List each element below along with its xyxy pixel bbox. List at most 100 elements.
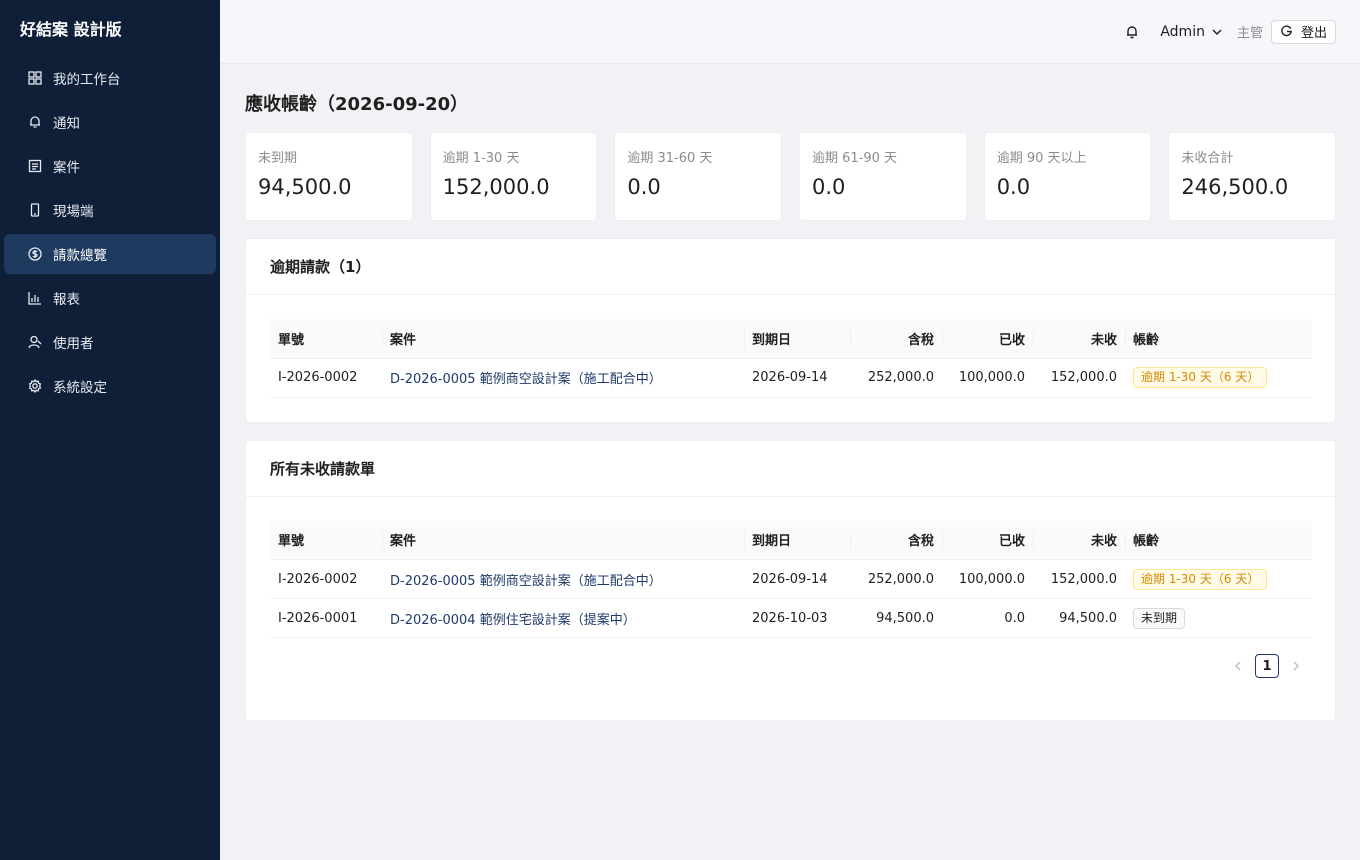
invoice-number: I-2026-0002 — [270, 559, 382, 599]
sidebar-item-label: 通知 — [53, 116, 80, 132]
total-amount: 252,000.0 — [850, 559, 942, 599]
outstanding-amount: 94,500.0 — [1033, 598, 1125, 638]
stat-value: 0.0 — [996, 175, 1031, 199]
aging-tag: 未到期 — [1133, 607, 1186, 629]
table-row: I-2026-0002 D-2026-0005 範例商空設計案（施工配合中） 2… — [270, 358, 1312, 398]
logout-label: 登出 — [1300, 26, 1327, 41]
outstanding-amount: 152,000.0 — [1033, 559, 1125, 599]
unpaid-table: 單號 案件 到期日 含稅 已收 未收 帳齡 I-2026-0002 D-2026… — [270, 520, 1312, 638]
aging-tag: 逾期 1-30 天（6 天） — [1133, 568, 1268, 590]
case-link[interactable]: D-2026-0005 範例商空設計案（施工配合中） — [390, 574, 662, 589]
aging-tag: 逾期 1-30 天（6 天） — [1133, 367, 1268, 388]
stat-value: 0.0 — [812, 175, 846, 199]
sidebar-item-workbench[interactable]: 我的工作台 — [4, 58, 216, 98]
sidebar: 好結案 設計版 我的工作台 通知 案件 現場端 請款總覽 報表 使用者 系統設定 — [0, 0, 220, 860]
user-icon — [28, 335, 42, 349]
page-number-current[interactable]: 1 — [1255, 654, 1279, 678]
app-title: 好結案 設計版 — [20, 20, 122, 39]
sidebar-item-label: 報表 — [53, 292, 80, 308]
chevron-down-icon — [1212, 29, 1222, 35]
outstanding-amount: 152,000.0 — [1033, 358, 1125, 398]
stat-label: 未收合計 — [1181, 151, 1234, 166]
logout-button[interactable]: 登出 — [1270, 19, 1336, 44]
column-header-aging[interactable]: 帳齡 — [1125, 520, 1312, 560]
due-date: 2026-09-14 — [744, 559, 850, 599]
due-date: 2026-09-14 — [744, 358, 850, 398]
column-header-received[interactable]: 已收 — [942, 520, 1033, 560]
unpaid-invoices-card: 所有未收請款單 單號 案件 到期日 含稅 已收 未收 帳齡 I-2026-000… — [245, 439, 1336, 721]
top-header: Admin 主管 登出 — [220, 0, 1360, 64]
sidebar-menu: 我的工作台 通知 案件 現場端 請款總覽 報表 使用者 系統設定 — [0, 58, 220, 406]
sidebar-item-users[interactable]: 使用者 — [4, 322, 216, 362]
google-icon — [1281, 25, 1292, 37]
stat-label: 未到期 — [258, 151, 298, 166]
column-header-number[interactable]: 單號 — [270, 520, 382, 560]
notification-bell-icon[interactable] — [1124, 24, 1140, 40]
sidebar-item-billing[interactable]: 請款總覽 — [4, 234, 216, 274]
stat-label: 逾期 1-30 天 — [442, 151, 520, 166]
dashboard-icon — [28, 71, 42, 85]
pagination: 1 — [270, 654, 1311, 678]
case-link[interactable]: D-2026-0005 範例商空設計案（施工配合中） — [390, 372, 662, 387]
gear-icon — [28, 379, 42, 393]
sidebar-item-notifications[interactable]: 通知 — [4, 102, 216, 142]
stat-card-overdue-31-60: 逾期 31-60 天 0.0 — [614, 132, 783, 221]
table-header-row: 單號 案件 到期日 含稅 已收 未收 帳齡 — [270, 319, 1312, 359]
column-header-outstanding[interactable]: 未收 — [1033, 520, 1125, 560]
column-header-total[interactable]: 含稅 — [850, 520, 942, 560]
sidebar-item-cases[interactable]: 案件 — [4, 146, 216, 186]
table-row: I-2026-0002 D-2026-0005 範例商空設計案（施工配合中） 2… — [270, 559, 1312, 599]
sidebar-item-label: 案件 — [53, 160, 80, 176]
total-amount: 94,500.0 — [850, 598, 942, 638]
stat-card-overdue-90-plus: 逾期 90 天以上 0.0 — [983, 132, 1152, 221]
card-title: 所有未收請款單 — [246, 441, 1335, 497]
sidebar-item-label: 使用者 — [53, 336, 94, 352]
stat-card-total-outstanding: 未收合計 246,500.0 — [1168, 132, 1337, 221]
sidebar-item-field[interactable]: 現場端 — [4, 190, 216, 230]
table-row: I-2026-0001 D-2026-0004 範例住宅設計案（提案中） 202… — [270, 598, 1312, 638]
column-header-aging[interactable]: 帳齡 — [1125, 319, 1312, 359]
user-menu[interactable]: Admin — [1160, 24, 1223, 40]
card-title: 逾期請款（1） — [246, 239, 1335, 295]
column-header-due[interactable]: 到期日 — [744, 319, 850, 359]
column-header-outstanding[interactable]: 未收 — [1033, 319, 1125, 359]
main-content: 應收帳齡（2026-09-20） 未到期 94,500.0 逾期 1-30 天 … — [245, 64, 1337, 721]
stat-label: 逾期 61-90 天 — [812, 151, 898, 166]
page-title: 應收帳齡（2026-09-20） — [245, 94, 469, 115]
sidebar-item-settings[interactable]: 系統設定 — [4, 366, 216, 406]
user-name: Admin — [1160, 23, 1205, 40]
stat-card-overdue-1-30: 逾期 1-30 天 152,000.0 — [429, 132, 598, 221]
bar-chart-icon — [28, 291, 42, 305]
sidebar-item-label: 請款總覽 — [53, 248, 107, 264]
column-header-due[interactable]: 到期日 — [744, 520, 850, 560]
column-header-case[interactable]: 案件 — [382, 520, 744, 560]
overdue-invoices-card: 逾期請款（1） 單號 案件 到期日 含稅 已收 未收 帳齡 I-2026-000… — [245, 238, 1336, 423]
stat-value: 0.0 — [627, 175, 661, 199]
stat-label: 逾期 31-60 天 — [627, 151, 713, 166]
table-header-row: 單號 案件 到期日 含稅 已收 未收 帳齡 — [270, 520, 1312, 560]
invoice-number: I-2026-0002 — [270, 358, 382, 398]
next-page-icon[interactable] — [1289, 659, 1303, 673]
prev-page-icon[interactable] — [1231, 659, 1245, 673]
column-header-received[interactable]: 已收 — [942, 319, 1033, 359]
bell-icon — [28, 115, 42, 129]
mobile-icon — [28, 203, 42, 217]
sidebar-item-reports[interactable]: 報表 — [4, 278, 216, 318]
column-header-total[interactable]: 含稅 — [850, 319, 942, 359]
column-header-case[interactable]: 案件 — [382, 319, 744, 359]
sidebar-item-label: 現場端 — [53, 204, 94, 220]
column-header-number[interactable]: 單號 — [270, 319, 382, 359]
case-link[interactable]: D-2026-0004 範例住宅設計案（提案中） — [390, 613, 636, 628]
received-amount: 0.0 — [942, 598, 1033, 638]
stat-value: 152,000.0 — [442, 175, 550, 199]
invoice-number: I-2026-0001 — [270, 598, 382, 638]
overdue-table: 單號 案件 到期日 含稅 已收 未收 帳齡 I-2026-0002 D-2026… — [270, 319, 1312, 398]
stat-label: 逾期 90 天以上 — [996, 151, 1087, 166]
user-role: 主管 — [1236, 26, 1263, 41]
stat-card-overdue-61-90: 逾期 61-90 天 0.0 — [799, 132, 967, 221]
dollar-icon — [28, 247, 42, 261]
sidebar-item-label: 系統設定 — [53, 380, 107, 396]
total-amount: 252,000.0 — [850, 358, 942, 398]
aging-summary: 未到期 94,500.0 逾期 1-30 天 152,000.0 逾期 31-6… — [245, 132, 1337, 221]
stat-value: 94,500.0 — [258, 175, 352, 199]
